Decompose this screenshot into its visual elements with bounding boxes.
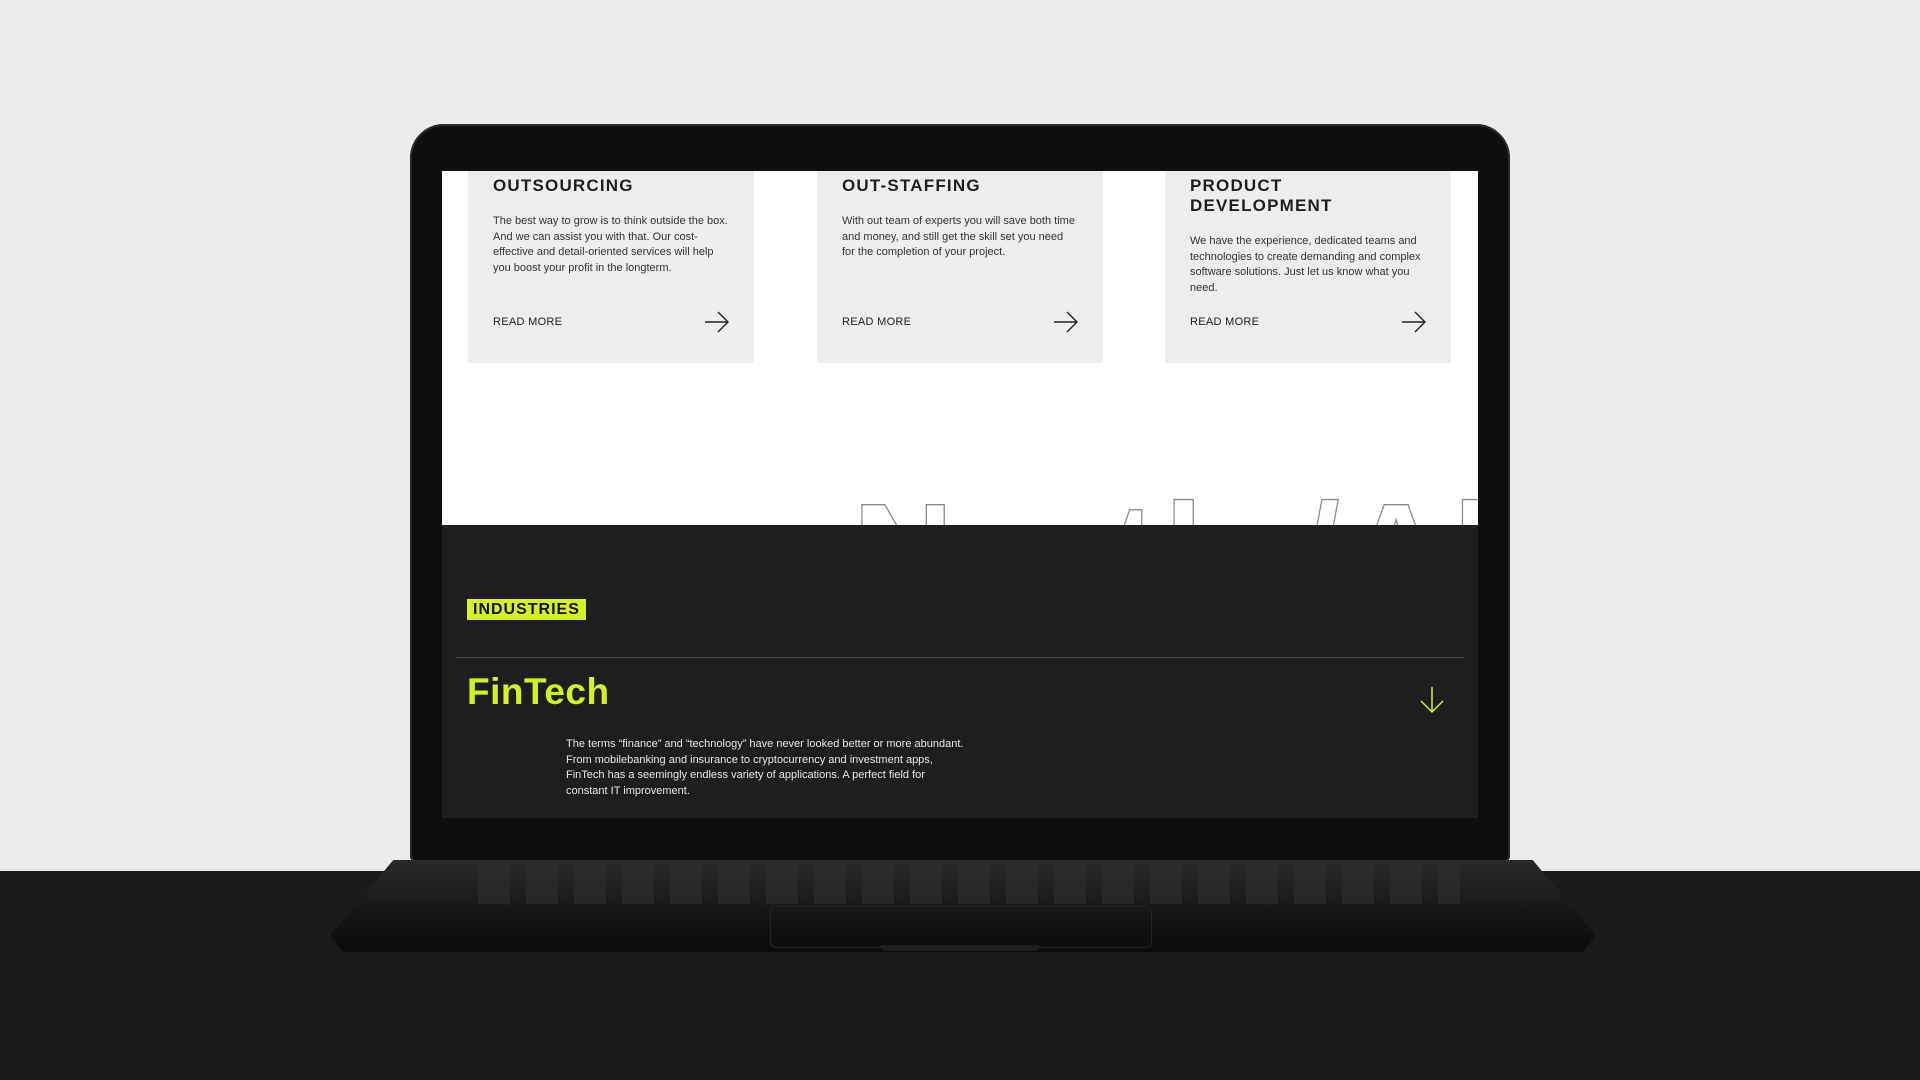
divider <box>456 657 1464 658</box>
industries-section: INDUSTRIES FinTech The terms “finance” a… <box>442 525 1478 818</box>
trackpad <box>770 906 1152 948</box>
laptop-screen: OUTSOURCING The best way to grow is to t… <box>442 171 1478 818</box>
read-more-link[interactable]: READ MORE <box>842 316 911 328</box>
industries-tag: INDUSTRIES <box>467 599 586 620</box>
industry-title[interactable]: FinTech <box>467 671 610 713</box>
service-card-text: We have the experience, dedicated teams … <box>1190 235 1421 294</box>
arrow-down-icon[interactable] <box>1417 685 1447 715</box>
service-card-out-staffing: OUT-STAFFING With out team of experts yo… <box>817 171 1103 363</box>
industry-description: The terms “finance” and “technology” hav… <box>566 738 964 797</box>
service-card-title: OUT-STAFFING <box>842 176 981 195</box>
keyboard <box>470 864 1460 904</box>
arrow-right-icon[interactable] <box>1400 308 1428 336</box>
service-card-outsourcing: OUTSOURCING The best way to grow is to t… <box>468 171 754 363</box>
service-card-text: With out team of experts you will save b… <box>842 215 1075 258</box>
service-card-title: PRODUCT DEVELOPMENT <box>1190 176 1333 215</box>
arrow-right-icon[interactable] <box>703 308 731 336</box>
service-card-text: The best way to grow is to think outside… <box>493 215 728 274</box>
read-more-link[interactable]: READ MORE <box>493 316 562 328</box>
read-more-link[interactable]: READ MORE <box>1190 316 1259 328</box>
services-section: OUTSOURCING The best way to grow is to t… <box>442 171 1478 363</box>
laptop-base-lip <box>880 945 1040 951</box>
service-card-product-development: PRODUCT DEVELOPMENT We have the experien… <box>1165 171 1451 363</box>
arrow-right-icon[interactable] <box>1052 308 1080 336</box>
service-card-title: OUTSOURCING <box>493 176 634 195</box>
